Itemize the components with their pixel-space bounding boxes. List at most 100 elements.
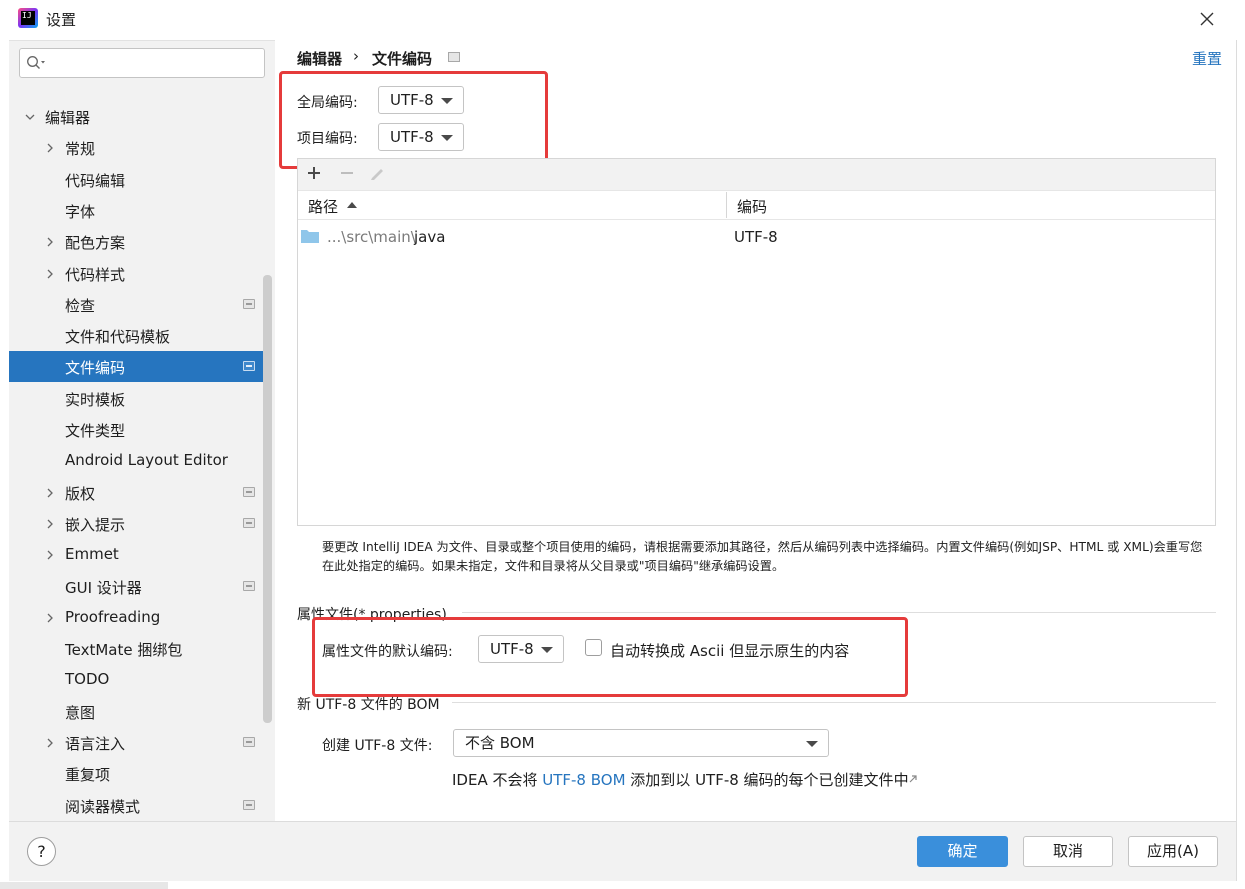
add-icon[interactable] (306, 164, 322, 184)
sidebar-item-label: 实时模板 (65, 391, 126, 409)
project-scope-icon (243, 800, 255, 810)
section-divider (452, 702, 1216, 703)
sidebar-item-label: 嵌入提示 (65, 516, 126, 534)
sidebar-item[interactable]: 文件编码 (9, 351, 263, 382)
bom-create-label: 创建 UTF-8 文件: (322, 738, 433, 754)
sidebar-item-label: 意图 (65, 704, 96, 722)
remove-icon[interactable] (339, 164, 355, 184)
window-title: 设置 (46, 11, 77, 29)
apply-button[interactable]: 应用(A) (1128, 836, 1218, 867)
close-icon (1200, 12, 1214, 26)
sidebar-item[interactable]: 文件和代码模板 (9, 320, 263, 351)
edit-icon[interactable] (369, 164, 385, 184)
table-row-path-leaf[interactable]: java (414, 228, 445, 246)
chevron-right-icon[interactable] (45, 237, 55, 247)
chevron-down-icon[interactable] (25, 112, 35, 122)
sidebar-item[interactable]: 意图 (9, 696, 263, 727)
sidebar-item[interactable]: 常规 (9, 132, 263, 163)
window-edge-right (1236, 40, 1245, 889)
sidebar-item[interactable]: 嵌入提示 (9, 508, 263, 539)
sidebar-item-label: 重复项 (65, 766, 111, 784)
bom-section-title: 新 UTF-8 文件的 BOM (297, 697, 440, 713)
sidebar-item-label: TextMate 捆绑包 (65, 641, 183, 659)
breadcrumb-current: 文件编码 (372, 50, 433, 68)
sidebar-item-label: 编辑器 (45, 109, 91, 127)
dropdown-arrow-icon (806, 741, 818, 747)
column-header-path[interactable]: 路径 (308, 196, 338, 217)
chevron-right-icon[interactable] (45, 738, 55, 748)
encoding-help-text: 要更改 IntelliJ IDEA 为文件、目录或整个项目使用的编码，请根据需要… (322, 540, 1203, 573)
window-edge-bottom (0, 881, 1245, 889)
sidebar-item-label: 文件和代码模板 (65, 328, 171, 346)
close-button[interactable] (1196, 8, 1218, 30)
sort-ascending-icon (347, 202, 357, 208)
bom-select[interactable]: 不含 BOM (453, 729, 829, 757)
chevron-right-icon[interactable] (45, 519, 55, 529)
project-scope-icon (243, 737, 255, 747)
search-icon[interactable] (26, 55, 46, 71)
sidebar-scrollbar[interactable] (263, 275, 272, 723)
scrolled-item-remnant (45, 84, 105, 94)
title-bar (0, 0, 1245, 40)
sidebar-item-label: GUI 设计器 (65, 579, 142, 597)
sidebar-item[interactable]: 代码编辑 (9, 164, 263, 195)
sidebar-item[interactable]: Android Layout Editor (9, 445, 263, 476)
sidebar-item[interactable]: 检查 (9, 289, 263, 320)
sidebar-item[interactable]: 重复项 (9, 758, 263, 789)
sidebar-item[interactable]: 配色方案 (9, 226, 263, 257)
bom-desc-prefix: IDEA 不会将 (452, 771, 543, 789)
sidebar-item-label: 检查 (65, 297, 96, 315)
chevron-right-icon[interactable] (45, 269, 55, 279)
sidebar-item[interactable]: 文件类型 (9, 414, 263, 445)
chevron-right-icon[interactable] (45, 143, 55, 153)
sidebar-item[interactable]: 实时模板 (9, 383, 263, 414)
sidebar-item-label: TODO (65, 670, 110, 688)
sidebar-item[interactable]: 阅读器模式 (9, 790, 263, 821)
section-divider (462, 612, 1216, 613)
help-button[interactable]: ? (27, 837, 56, 866)
sidebar-item[interactable]: GUI 设计器 (9, 571, 263, 602)
sidebar-item-label: 阅读器模式 (65, 798, 141, 816)
reset-link[interactable]: 重置 (1192, 48, 1222, 69)
app-logo-text: IJ (21, 11, 35, 25)
sidebar-item-label: 配色方案 (65, 234, 126, 252)
sidebar-item-label: Emmet (65, 545, 119, 563)
chevron-right-icon[interactable] (45, 488, 55, 498)
breadcrumb-separator: › (353, 47, 359, 65)
project-scope-icon (448, 52, 460, 62)
sidebar-item[interactable]: TextMate 捆绑包 (9, 633, 263, 664)
breadcrumb-parent[interactable]: 编辑器 (297, 48, 342, 69)
chevron-right-icon[interactable] (45, 550, 55, 560)
chevron-right-icon[interactable] (45, 613, 55, 623)
highlight-box-properties (312, 617, 908, 697)
table-row-path-prefix[interactable]: ...\src\main\ (327, 228, 416, 246)
sidebar-item-label: 代码编辑 (65, 172, 126, 190)
sidebar-item[interactable]: 语言注入 (9, 727, 263, 758)
sidebar-item-label: 常规 (65, 140, 96, 158)
sidebar-item[interactable]: Emmet (9, 539, 263, 570)
utf8-bom-link[interactable]: UTF-8 BOM (542, 771, 625, 789)
sidebar-item-label: 语言注入 (65, 735, 126, 753)
column-header-encoding[interactable]: 编码 (737, 196, 767, 217)
sidebar-item[interactable]: 编辑器 (9, 101, 263, 132)
bom-select-value: 不含 BOM (465, 734, 535, 752)
app-logo-icon: IJ (18, 8, 38, 28)
column-divider[interactable] (726, 192, 727, 218)
sidebar-item[interactable]: TODO (9, 664, 263, 695)
cancel-button[interactable]: 取消 (1023, 836, 1113, 867)
sidebar-item[interactable]: 版权 (9, 477, 263, 508)
bom-desc-suffix: 添加到以 UTF-8 编码的每个已创建文件中 (625, 771, 909, 789)
sidebar-item[interactable]: Proofreading (9, 602, 263, 633)
project-scope-icon (243, 581, 255, 591)
taskbar-remnant (0, 882, 168, 889)
settings-search-input[interactable] (19, 48, 265, 78)
sidebar-item-label: 文件类型 (65, 422, 126, 440)
project-scope-icon (243, 487, 255, 497)
highlight-box-encoding (279, 71, 548, 169)
sidebar-item[interactable]: 字体 (9, 195, 263, 226)
table-row-encoding[interactable]: UTF-8 (734, 228, 778, 246)
sidebar-item[interactable]: 代码样式 (9, 258, 263, 289)
ok-button[interactable]: 确定 (917, 836, 1008, 867)
external-link-icon[interactable] (908, 772, 918, 783)
sidebar-item-label: 文件编码 (65, 359, 126, 377)
